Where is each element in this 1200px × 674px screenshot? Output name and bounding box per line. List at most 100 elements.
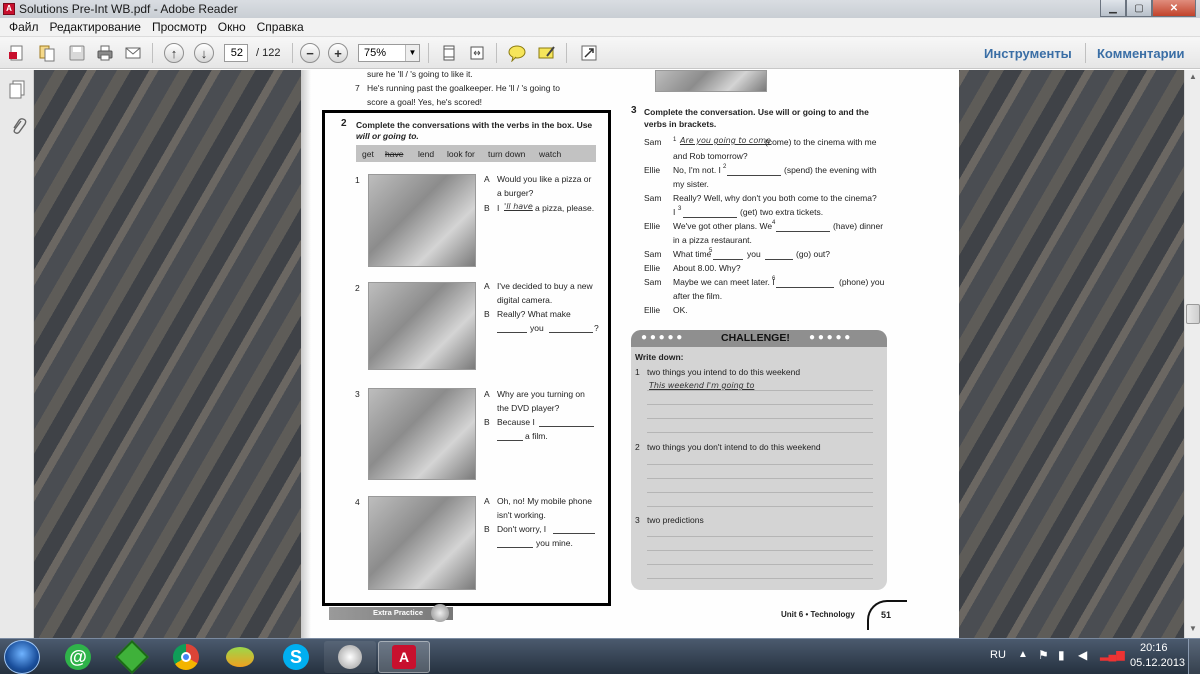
answer-line (647, 564, 873, 565)
item4-a-line1: Oh, no! My mobile phone (497, 496, 592, 506)
taskbar-media-app[interactable] (214, 641, 266, 673)
ex3-l7-t2: (phone) you (839, 277, 885, 287)
start-button[interactable] (4, 640, 40, 674)
item1-a-line1: Would you like a pizza or (497, 174, 592, 184)
clock-date[interactable]: 05.12.2013 (1130, 657, 1185, 669)
zoom-out-button[interactable]: − (300, 43, 320, 63)
answer-line (647, 390, 873, 391)
clock-time[interactable]: 20:16 (1140, 642, 1168, 654)
taskbar-disc-app[interactable] (324, 641, 376, 673)
next-page-button[interactable]: ↓ (194, 43, 214, 63)
footer-extra-practice: Extra Practice (373, 608, 424, 617)
print-icon[interactable] (94, 42, 116, 64)
challenge-item2-text: two things you don't intend to do this w… (647, 442, 821, 452)
scroll-thumb[interactable] (1186, 304, 1200, 324)
taskbar-adobe-reader[interactable]: A (378, 641, 430, 673)
ex3-l2-t3: my sister. (673, 179, 709, 189)
show-hidden-icons-icon[interactable]: ▲ (1018, 649, 1028, 660)
create-pdf-icon[interactable] (6, 42, 28, 64)
illustration-computer (368, 282, 476, 370)
chrome-icon (173, 644, 199, 670)
ex3-l2-t2: (spend) the evening with (784, 165, 877, 175)
ex3-instruction-2: verbs in brackets. (644, 119, 717, 129)
minimize-button[interactable]: ▁ (1100, 0, 1126, 17)
zoom-in-button[interactable]: + (328, 43, 348, 63)
page-number: 51 (881, 610, 892, 620)
menu-help[interactable]: Справка (257, 20, 304, 34)
network-icon[interactable]: ▂▄▆ (1100, 648, 1125, 661)
fit-page-icon[interactable] (438, 42, 460, 64)
fit-width-icon[interactable] (466, 42, 488, 64)
verb-have: have (385, 149, 404, 159)
menu-file[interactable]: Файл (9, 20, 39, 34)
attachments-icon[interactable] (9, 116, 27, 141)
taskbar-skype[interactable]: S (270, 641, 322, 673)
ex2-number: 2 (341, 118, 347, 129)
scroll-up-icon[interactable]: ▲ (1189, 72, 1197, 81)
ex3-l1-sup: 1 (673, 137, 677, 143)
combine-files-icon[interactable] (36, 42, 58, 64)
ex3-l3-t3: (get) two extra tickets. (740, 207, 824, 217)
save-icon[interactable] (66, 42, 88, 64)
flag-icon[interactable]: ⚑ (1038, 648, 1049, 662)
item3-b-line2: a film. (525, 431, 548, 441)
ex3-l5-blank-1 (713, 251, 743, 260)
item1-b-pre: I (497, 203, 500, 213)
comment-icon[interactable] (506, 42, 528, 64)
verb-turn-down: turn down (488, 149, 526, 159)
volume-icon[interactable]: ◀ (1078, 648, 1087, 662)
language-indicator[interactable]: RU (990, 649, 1006, 661)
taskbar-mail-app[interactable]: @ (52, 641, 104, 673)
taskbar-game-app[interactable] (106, 640, 158, 674)
page-number-input[interactable]: 52 (224, 44, 248, 62)
item3-b-label: B (484, 417, 490, 427)
previous-page-button[interactable]: ↑ (164, 43, 184, 63)
ex3-l1-t2: (come) to the cinema with me (765, 137, 877, 147)
at-sign-icon: @ (65, 644, 91, 670)
answer-line (647, 536, 873, 537)
ex3-l5-speaker: Sam (644, 249, 662, 259)
skype-icon: S (283, 644, 309, 670)
tools-pane-link[interactable]: Инструменты (984, 46, 1072, 61)
toolbar: ↑ ↓ 52 / 122 − + 75% ▼ Инструменты Коммен… (0, 37, 1200, 69)
maximize-button[interactable]: ▢ (1126, 0, 1152, 17)
item4-number: 4 (355, 497, 360, 507)
answer-line (647, 492, 873, 493)
full-screen-icon[interactable] (578, 42, 600, 64)
item1-b-label: B (484, 203, 490, 213)
ex3-number: 3 (631, 105, 637, 116)
show-desktop-button[interactable] (1188, 639, 1200, 674)
window-controls: ▁ ▢ ✕ (1100, 0, 1196, 17)
ex3-l3-speaker: Sam (644, 193, 662, 203)
menu-view[interactable]: Просмотр (152, 20, 207, 34)
answer-line (647, 506, 873, 507)
highlight-icon[interactable] (536, 42, 558, 64)
ex3-l7-t3: after the film. (673, 291, 723, 301)
windows-taskbar: @ S A RU ▲ ⚑ ▮ ◀ ▂▄▆ 20:16 05.12.2013 (0, 638, 1200, 674)
power-icon[interactable]: ▮ (1058, 648, 1065, 662)
item3-blank-2 (497, 432, 523, 441)
comments-pane-link[interactable]: Комментарии (1097, 46, 1185, 61)
page-thumbnails-icon[interactable] (8, 80, 26, 105)
item2-b-line2: you (530, 323, 544, 333)
zoom-select[interactable]: 75% ▼ (358, 44, 420, 62)
email-icon[interactable] (122, 42, 144, 64)
vertical-scrollbar[interactable]: ▲ ▼ (1184, 70, 1200, 638)
taskbar-chrome[interactable] (160, 641, 212, 673)
ex3-l1-handwritten: Are you going to come (680, 136, 771, 145)
menu-window[interactable]: Окно (218, 20, 246, 34)
ex3-l7-speaker: Sam (644, 277, 662, 287)
chevron-down-icon: ▼ (405, 45, 419, 61)
close-button[interactable]: ✕ (1152, 0, 1196, 17)
ex3-l7-sup: 6 (772, 276, 776, 282)
challenge-item3-num: 3 (635, 515, 640, 525)
ex3-l6-speaker: Ellie (644, 263, 661, 273)
pdf-page: sure he 'll / 's going to like it. 7 He'… (301, 70, 959, 638)
ex3-l5-sup: 5 (709, 248, 713, 254)
scroll-down-icon[interactable]: ▼ (1189, 624, 1197, 633)
illustration-fridge (368, 174, 476, 267)
ex3-l8-speaker: Ellie (644, 305, 661, 315)
menu-edit[interactable]: Редактирование (50, 20, 141, 34)
adobe-reader-window: A Solutions Pre-Int WB.pdf - Adobe Reade… (0, 0, 1200, 674)
item3-number: 3 (355, 389, 360, 399)
